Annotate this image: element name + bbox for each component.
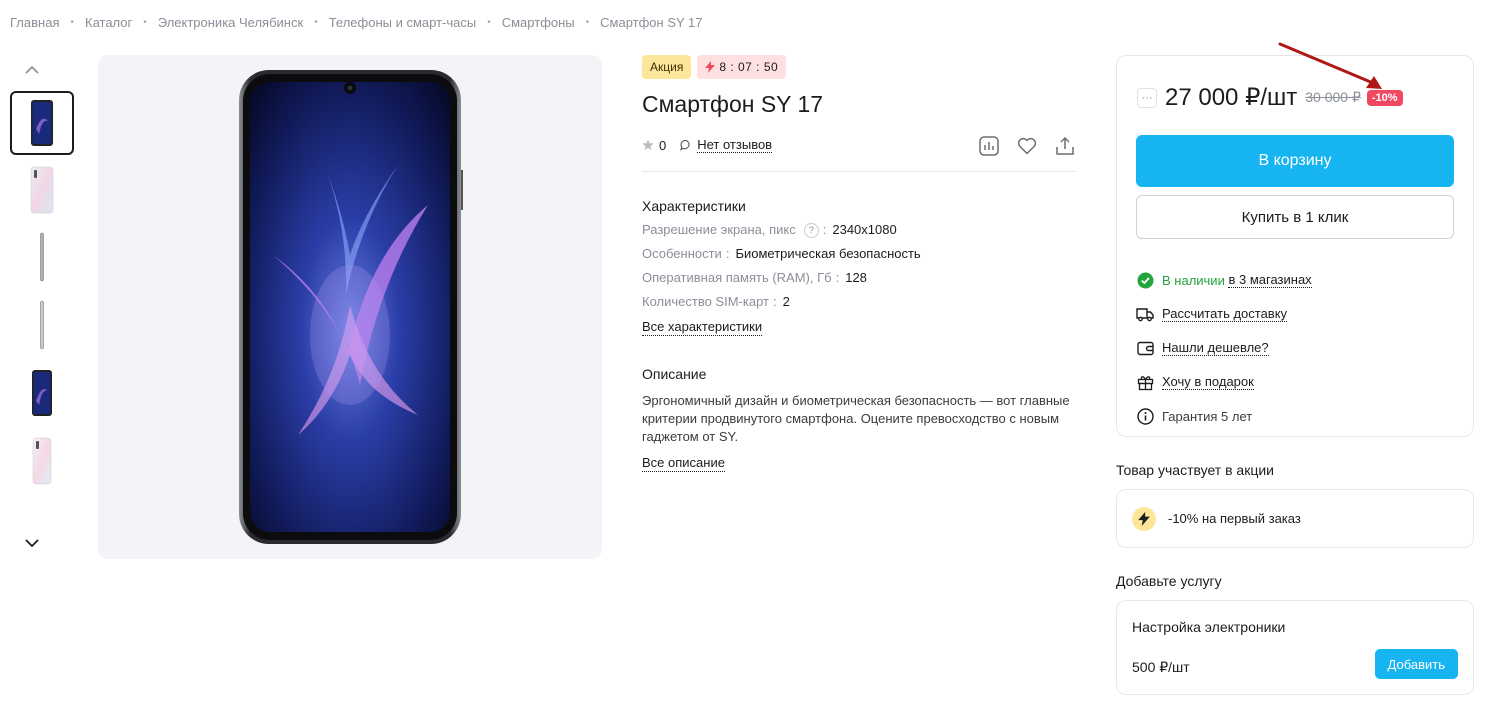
delivery-row: Рассчитать доставку (1136, 297, 1312, 331)
rating-value: 0 (659, 137, 667, 153)
specs-section: Характеристики Разрешение экрана, пикс ?… (642, 198, 1076, 336)
divider (642, 171, 1076, 172)
thumbnail-side-2[interactable] (10, 293, 74, 357)
badges-row: Акция 8 : 07 : 50 (642, 55, 1076, 79)
service-name: Настройка электроники (1132, 619, 1286, 635)
timer-value: 8 : 07 : 50 (719, 60, 779, 74)
spec-row: Оперативная память (RAM), Гб: 128 (642, 266, 1076, 290)
truck-icon (1136, 305, 1154, 323)
smartphone-image (239, 70, 463, 544)
all-specs-link[interactable]: Все характеристики (642, 319, 763, 336)
thumbnail-angled[interactable] (10, 361, 74, 425)
want-as-gift-link[interactable]: Хочу в подарок (1162, 374, 1254, 390)
check-circle-icon (1136, 271, 1154, 289)
availability-status: В наличии (1162, 272, 1225, 288)
rating[interactable]: 0 (642, 138, 666, 153)
comment-icon (680, 139, 690, 151)
more-options-icon[interactable]: ··· (1137, 87, 1157, 108)
spec-value: 2 (782, 294, 790, 309)
breadcrumb-separator: • (314, 17, 318, 28)
description-title: Описание (642, 366, 707, 382)
buy-one-click-button[interactable]: Купить в 1 клик (1136, 195, 1454, 239)
product-main-image[interactable] (98, 55, 602, 559)
thumbnail-side-1[interactable] (10, 225, 74, 289)
promo-section-title: Товар участвует в акции (1116, 462, 1274, 478)
breadcrumb-electronics[interactable]: Электроника Челябинск (158, 15, 303, 30)
spec-key: Количество SIM-карт (642, 294, 769, 309)
all-description-link[interactable]: Все описание (642, 455, 725, 472)
promo-timer: 8 : 07 : 50 (697, 55, 787, 79)
gift-icon (1136, 373, 1154, 391)
add-service-button[interactable]: Добавить (1374, 649, 1458, 679)
thumbnail-front[interactable] (10, 91, 74, 155)
service-price: 500 ₽/шт (1132, 659, 1190, 675)
spec-key: Разрешение экрана, пикс (642, 222, 796, 237)
wallet-icon (1136, 339, 1154, 357)
reviews-label: Нет отзывов (697, 137, 773, 153)
promo-badge: Акция (642, 55, 692, 79)
product-actions (978, 135, 1076, 157)
gift-row: Хочу в подарок (1136, 365, 1312, 399)
spec-row: Количество SIM-карт: 2 (642, 290, 1076, 314)
service-section-title: Добавьте услугу (1116, 573, 1222, 589)
cheaper-row: Нашли дешевле? (1136, 331, 1312, 365)
spec-row: Разрешение экрана, пикс ?: 2340x1080 (642, 218, 1076, 242)
compare-icon[interactable] (978, 135, 1000, 157)
description-text: Эргономичный дизайн и биометрическая без… (642, 393, 1070, 444)
add-to-cart-button[interactable]: В корзину (1136, 135, 1454, 187)
service-card: Настройка электроники 500 ₽/шт Добавить (1116, 600, 1474, 695)
description-section: Описание Эргономичный дизайн и биометрич… (642, 366, 1076, 472)
spec-value: Биометрическая безопасность (735, 246, 921, 261)
spec-key: Оперативная память (RAM), Гб (642, 270, 832, 285)
spec-value: 2340x1080 (832, 222, 897, 237)
breadcrumb-home[interactable]: Главная (10, 15, 59, 30)
calculate-delivery-link[interactable]: Рассчитать доставку (1162, 306, 1288, 322)
old-price: 30 000 ₽ (1305, 89, 1361, 105)
buy-box: ··· 27 000 ₽/шт 30 000 ₽ -10% В корзину … (1116, 55, 1474, 437)
breadcrumb-phones[interactable]: Телефоны и смарт-часы (329, 15, 477, 30)
thumbnail-back[interactable] (10, 158, 74, 222)
breadcrumb-separator: • (143, 17, 147, 28)
reviews-link[interactable]: Нет отзывов (680, 137, 773, 153)
found-cheaper-link[interactable]: Нашли дешевле? (1162, 340, 1269, 356)
lightning-icon (705, 61, 716, 73)
promo-text: -10% на первый заказ (1168, 511, 1301, 526)
spec-value: 128 (845, 270, 867, 285)
star-icon (642, 139, 654, 150)
thumbnail-back-angled[interactable] (10, 429, 74, 493)
share-icon[interactable] (1054, 135, 1076, 157)
availability-stores-link[interactable]: в 3 магазинах (1228, 272, 1312, 288)
favorite-heart-icon[interactable] (1016, 135, 1038, 157)
breadcrumb: Главная • Каталог • Электроника Челябинс… (10, 15, 703, 30)
product-info: Акция 8 : 07 : 50 Смартфон SY 17 0 Нет о… (642, 55, 1076, 472)
spec-key: Особенности (642, 246, 722, 261)
breadcrumb-separator: • (487, 17, 491, 28)
product-meta-row: 0 Нет отзывов (642, 135, 1076, 157)
spec-row: Особенности: Биометрическая безопасность (642, 242, 1076, 266)
warranty-row: Гарантия 5 лет (1136, 399, 1312, 433)
availability-row: В наличии в 3 магазинах (1136, 263, 1312, 297)
breadcrumb-separator: • (585, 17, 590, 28)
current-price: 27 000 ₽/шт (1165, 84, 1298, 111)
specs-title: Характеристики (642, 198, 746, 214)
promo-card[interactable]: -10% на первый заказ (1116, 489, 1474, 548)
breadcrumb-separator: • (70, 17, 74, 28)
discount-badge: -10% (1366, 89, 1403, 106)
lightning-icon (1132, 506, 1156, 531)
thumbnails-down-arrow-icon[interactable] (22, 533, 42, 553)
thumbnails-up-arrow-icon[interactable] (22, 60, 42, 80)
breadcrumb-current: Смартфон SY 17 (600, 15, 703, 30)
perks-list: В наличии в 3 магазинах Рассчитать доста… (1136, 263, 1312, 433)
info-icon (1136, 407, 1154, 425)
help-question-icon[interactable]: ? (803, 222, 819, 238)
price-row: ··· 27 000 ₽/шт 30 000 ₽ -10% (1137, 83, 1403, 112)
breadcrumb-catalog[interactable]: Каталог (85, 15, 132, 30)
warranty-text: Гарантия 5 лет (1162, 408, 1253, 424)
breadcrumb-smartphones[interactable]: Смартфоны (502, 15, 575, 30)
product-title: Смартфон SY 17 (642, 91, 824, 117)
